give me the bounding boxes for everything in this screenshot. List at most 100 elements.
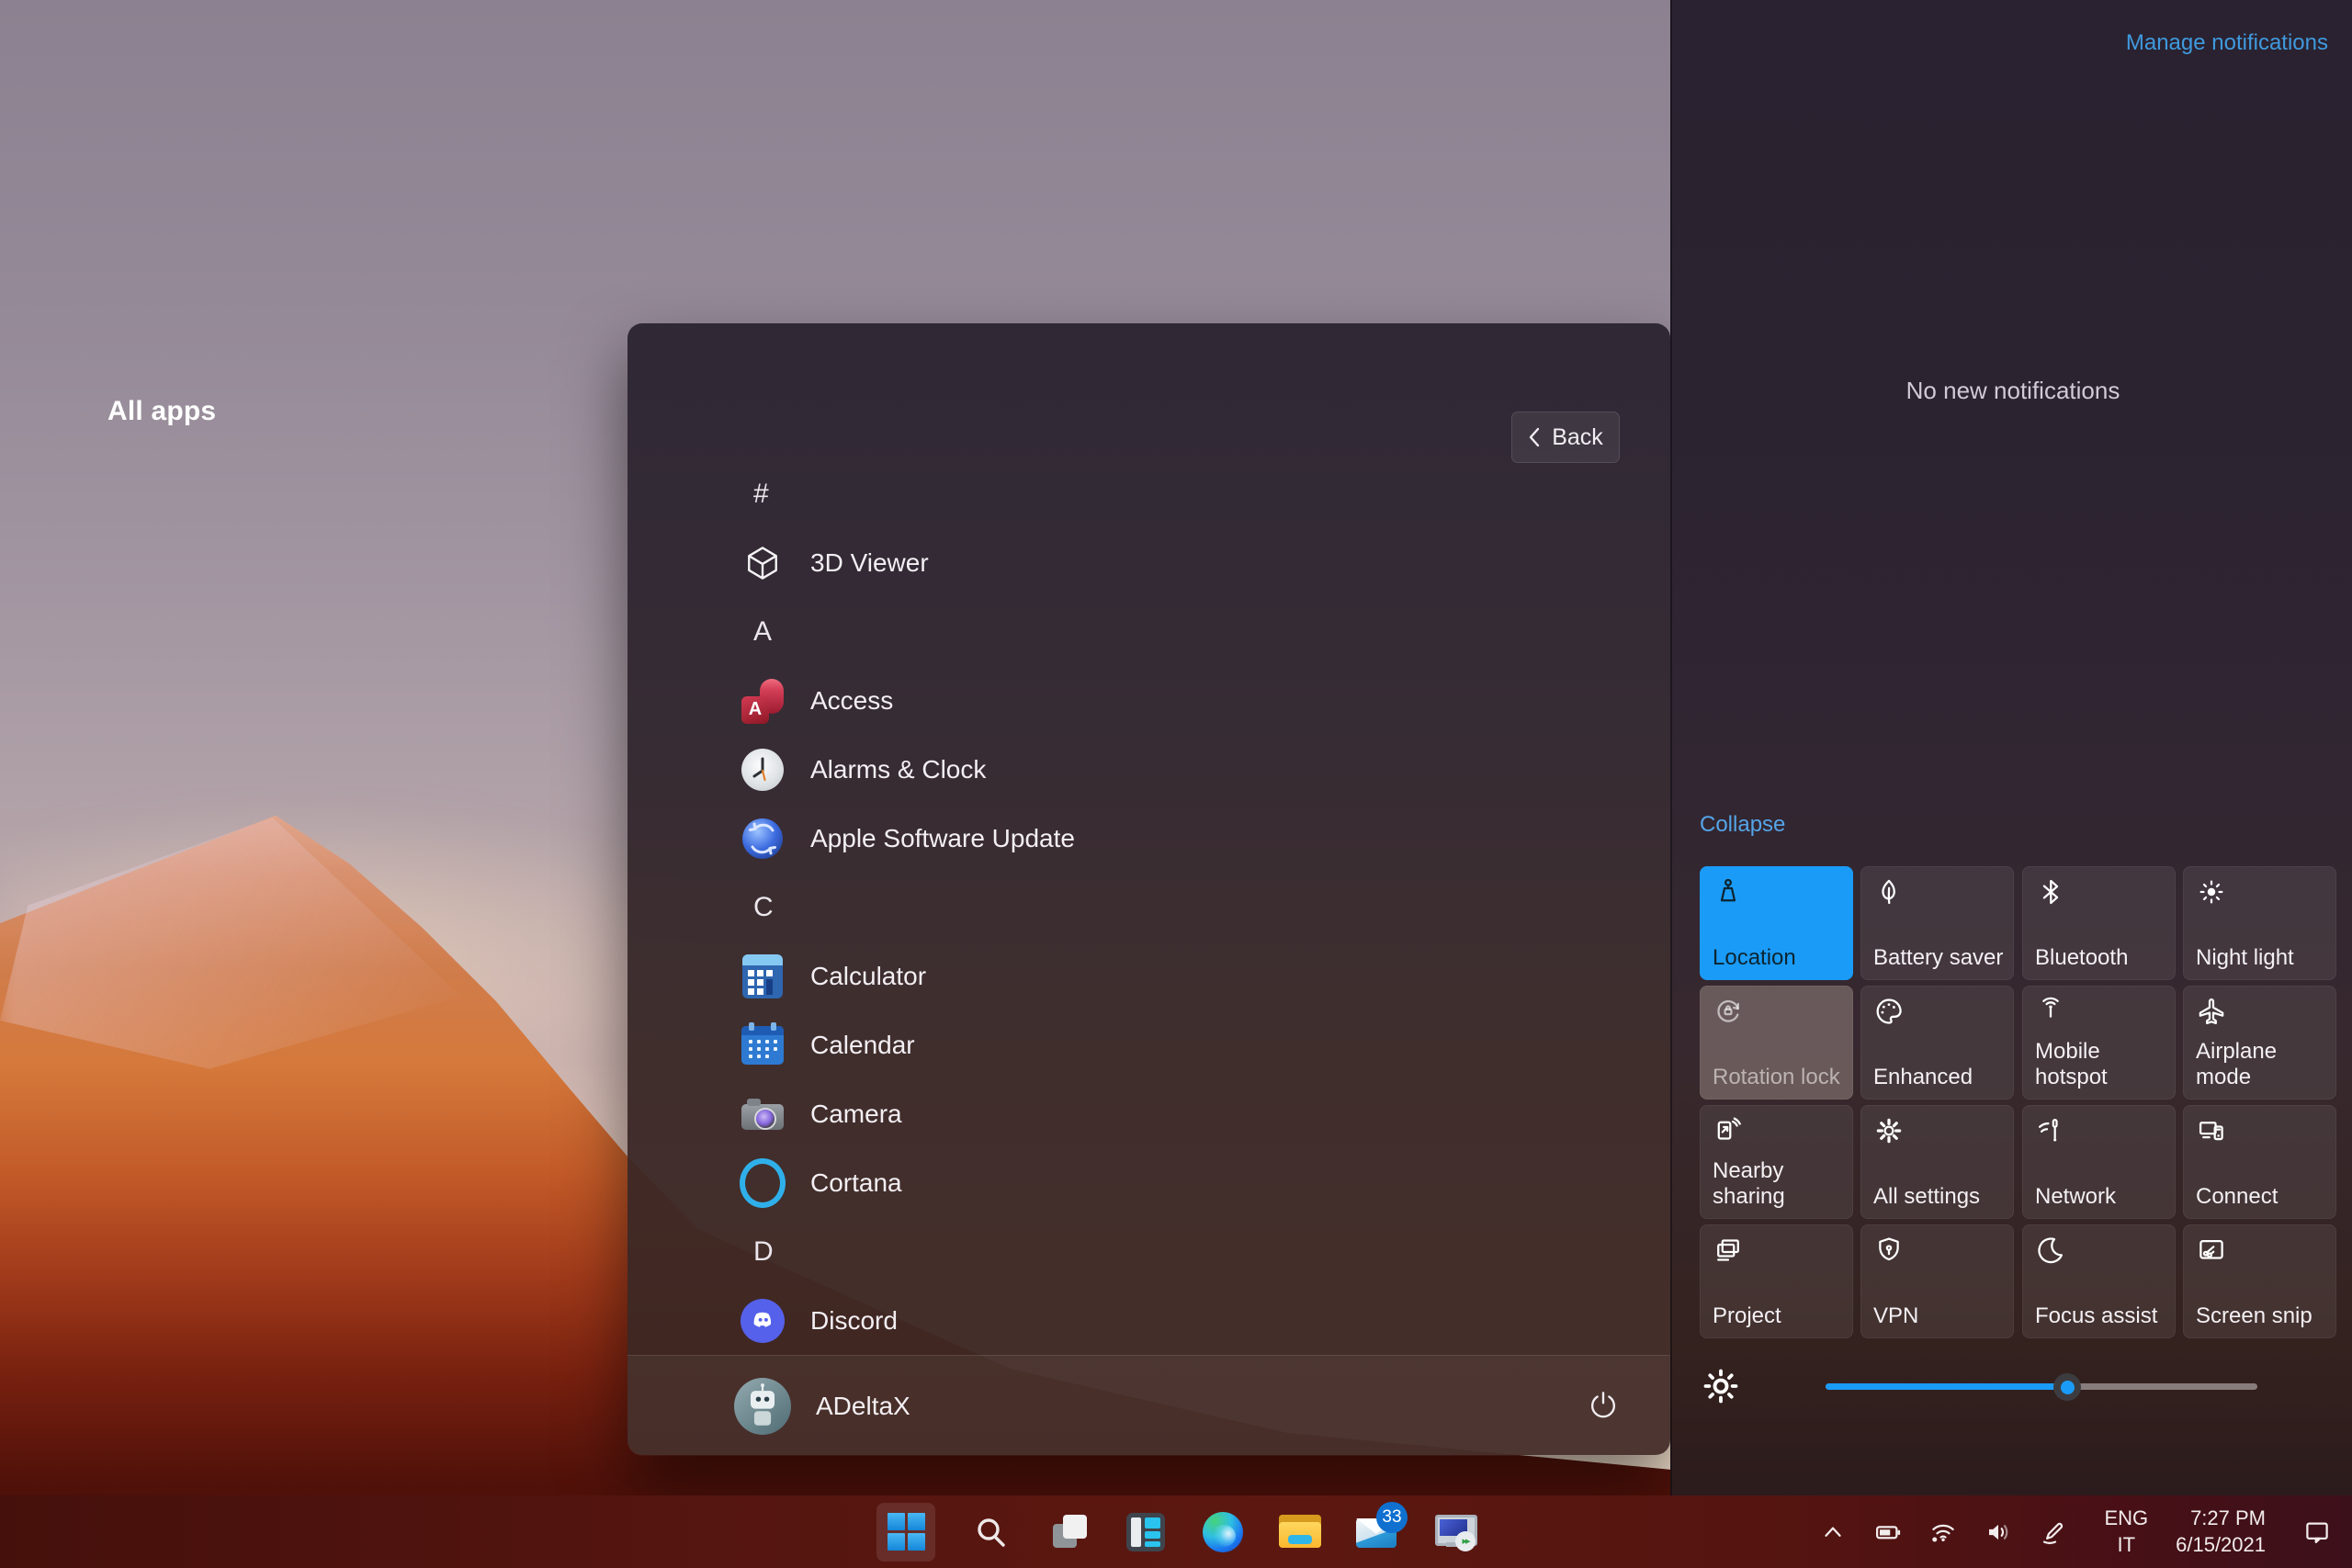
language-line2: IT: [2117, 1532, 2136, 1556]
calculator-icon: [740, 953, 786, 999]
search-button[interactable]: [970, 1511, 1012, 1553]
edge-icon: [1203, 1511, 1243, 1552]
task-view-icon: [1049, 1513, 1088, 1551]
brightness-icon: [1700, 1365, 1742, 1407]
app-row-3d-viewer[interactable]: 3D Viewer: [628, 528, 1670, 597]
app-row-access[interactable]: A Access: [628, 666, 1670, 735]
alarms-clock-icon: [740, 747, 786, 793]
edge-button[interactable]: [1202, 1511, 1244, 1553]
gear-icon: [1873, 1115, 1905, 1146]
airplane-icon: [2196, 996, 2227, 1027]
access-icon: A: [740, 678, 786, 724]
pen-button[interactable]: [2038, 1517, 2069, 1548]
volume-button[interactable]: [1983, 1517, 2014, 1548]
remote-desktop-button[interactable]: ▸▸: [1433, 1511, 1477, 1553]
app-row-discord[interactable]: Discord: [628, 1286, 1670, 1355]
action-center-button[interactable]: [2299, 1514, 2335, 1551]
rotation-lock-icon: [1713, 996, 1744, 1027]
hidden-icons-button[interactable]: [1817, 1517, 1849, 1548]
avatar[interactable]: [734, 1377, 791, 1435]
quick-tile-screen-snip[interactable]: Screen snip: [2183, 1224, 2336, 1338]
file-explorer-button[interactable]: [1279, 1511, 1321, 1553]
remote-desktop-icon: ▸▸: [1433, 1513, 1477, 1551]
manage-notifications-link[interactable]: Manage notifications: [2126, 30, 2328, 56]
widgets-button[interactable]: [1125, 1511, 1167, 1553]
quick-tile-rotation-lock[interactable]: Rotation lock: [1700, 986, 1853, 1100]
section-letter[interactable]: C: [628, 873, 1670, 942]
language-line1: ENG: [2104, 1506, 2149, 1529]
quick-tile-bluetooth[interactable]: Bluetooth: [2022, 866, 2176, 980]
collapse-link[interactable]: Collapse: [1700, 812, 1785, 838]
palette-icon: [1873, 996, 1905, 1027]
widgets-icon: [1126, 1512, 1165, 1551]
calendar-icon: [740, 1021, 786, 1068]
app-row-camera[interactable]: Camera: [628, 1079, 1670, 1148]
quick-tile-nearby-sharing[interactable]: Nearby sharing: [1700, 1105, 1853, 1219]
connect-icon: [2196, 1115, 2227, 1146]
app-row-apple-software-update[interactable]: Apple Software Update: [628, 804, 1670, 873]
quick-tile-network[interactable]: Network: [2022, 1105, 2176, 1219]
battery-icon: [1876, 1525, 1901, 1539]
clock-time: 7:27 PM: [2190, 1506, 2266, 1529]
clock-date: 6/15/2021: [2176, 1532, 2266, 1556]
app-row-cortana[interactable]: Cortana: [628, 1148, 1670, 1217]
quick-tile-airplane-mode[interactable]: Airplane mode: [2183, 986, 2336, 1100]
quick-tile-enhanced[interactable]: Enhanced: [1860, 986, 2014, 1100]
notification-bubble-icon: [2306, 1522, 2328, 1543]
file-explorer-icon: [1279, 1514, 1321, 1550]
search-icon: [978, 1517, 1005, 1547]
taskbar-clock[interactable]: 7:27 PM 6/15/2021: [2176, 1506, 2266, 1558]
power-button[interactable]: [1581, 1383, 1625, 1427]
wifi-icon: [1932, 1524, 1955, 1541]
network-icon: [2035, 1115, 2066, 1146]
section-letter[interactable]: D: [628, 1217, 1670, 1286]
task-view-button[interactable]: [1047, 1511, 1090, 1553]
3d-viewer-icon: [740, 540, 786, 586]
app-row-alarms-clock[interactable]: Alarms & Clock: [628, 735, 1670, 804]
app-row-calendar[interactable]: Calendar: [628, 1010, 1670, 1079]
windows-logo-icon: [887, 1513, 925, 1551]
hotspot-icon: [2035, 996, 2066, 1027]
share-icon: [1713, 1115, 1744, 1146]
quick-tile-project[interactable]: Project: [1700, 1224, 1853, 1338]
app-row-calculator[interactable]: Calculator: [628, 942, 1670, 1010]
robot-avatar-icon: [751, 1382, 775, 1426]
quick-tile-battery-saver[interactable]: Battery saver: [1860, 866, 2014, 980]
brightness-slider-fill: [1826, 1383, 2068, 1390]
moon-icon: [2035, 1235, 2066, 1266]
all-apps-title: All apps: [107, 396, 217, 426]
brightness-slider[interactable]: [1826, 1371, 2257, 1402]
quick-tile-all-settings[interactable]: All settings: [1860, 1105, 2014, 1219]
start-button[interactable]: [876, 1502, 935, 1562]
chevron-left-icon: [1530, 427, 1540, 447]
battery-button[interactable]: [1872, 1517, 1904, 1548]
camera-icon: [740, 1091, 786, 1137]
snip-icon: [2196, 1235, 2227, 1266]
app-list: # 3D Viewer A A Access Alarms & Clock Ap…: [628, 459, 1670, 1355]
mail-button[interactable]: 33: [1356, 1501, 1408, 1553]
quick-tile-mobile-hotspot[interactable]: Mobile hotspot: [2022, 986, 2176, 1100]
taskbar: 33 ▸▸ ENG IT 7:27 PM 6/15/2021: [0, 1495, 2352, 1568]
language-indicator[interactable]: ENG IT: [2104, 1506, 2148, 1558]
user-name[interactable]: ADeltaX: [816, 1392, 910, 1421]
desktop: All apps Back # 3D Viewer A A Access Ala…: [0, 0, 2352, 1568]
pen-icon: [2043, 1522, 2064, 1544]
section-letter[interactable]: A: [628, 597, 1670, 666]
quick-tile-vpn[interactable]: VPN: [1860, 1224, 2014, 1338]
shield-icon: [1873, 1235, 1905, 1266]
wifi-button[interactable]: [1928, 1517, 1959, 1548]
quick-tile-connect[interactable]: Connect: [2183, 1105, 2336, 1219]
back-label: Back: [1552, 423, 1603, 450]
back-button[interactable]: Back: [1511, 412, 1620, 463]
location-icon: [1713, 876, 1744, 908]
discord-icon: [740, 1298, 786, 1344]
section-letter[interactable]: #: [628, 459, 1670, 528]
taskbar-app-icons: 33 ▸▸: [876, 1495, 1477, 1568]
brightness-slider-thumb[interactable]: [2053, 1373, 2082, 1401]
chevron-up-icon: [1825, 1527, 1842, 1537]
project-icon: [1713, 1235, 1744, 1266]
quick-tile-focus-assist[interactable]: Focus assist: [2022, 1224, 2176, 1338]
sun-icon: [2196, 876, 2227, 908]
quick-tile-location[interactable]: Location: [1700, 866, 1853, 980]
quick-tile-night-light[interactable]: Night light: [2183, 866, 2336, 980]
